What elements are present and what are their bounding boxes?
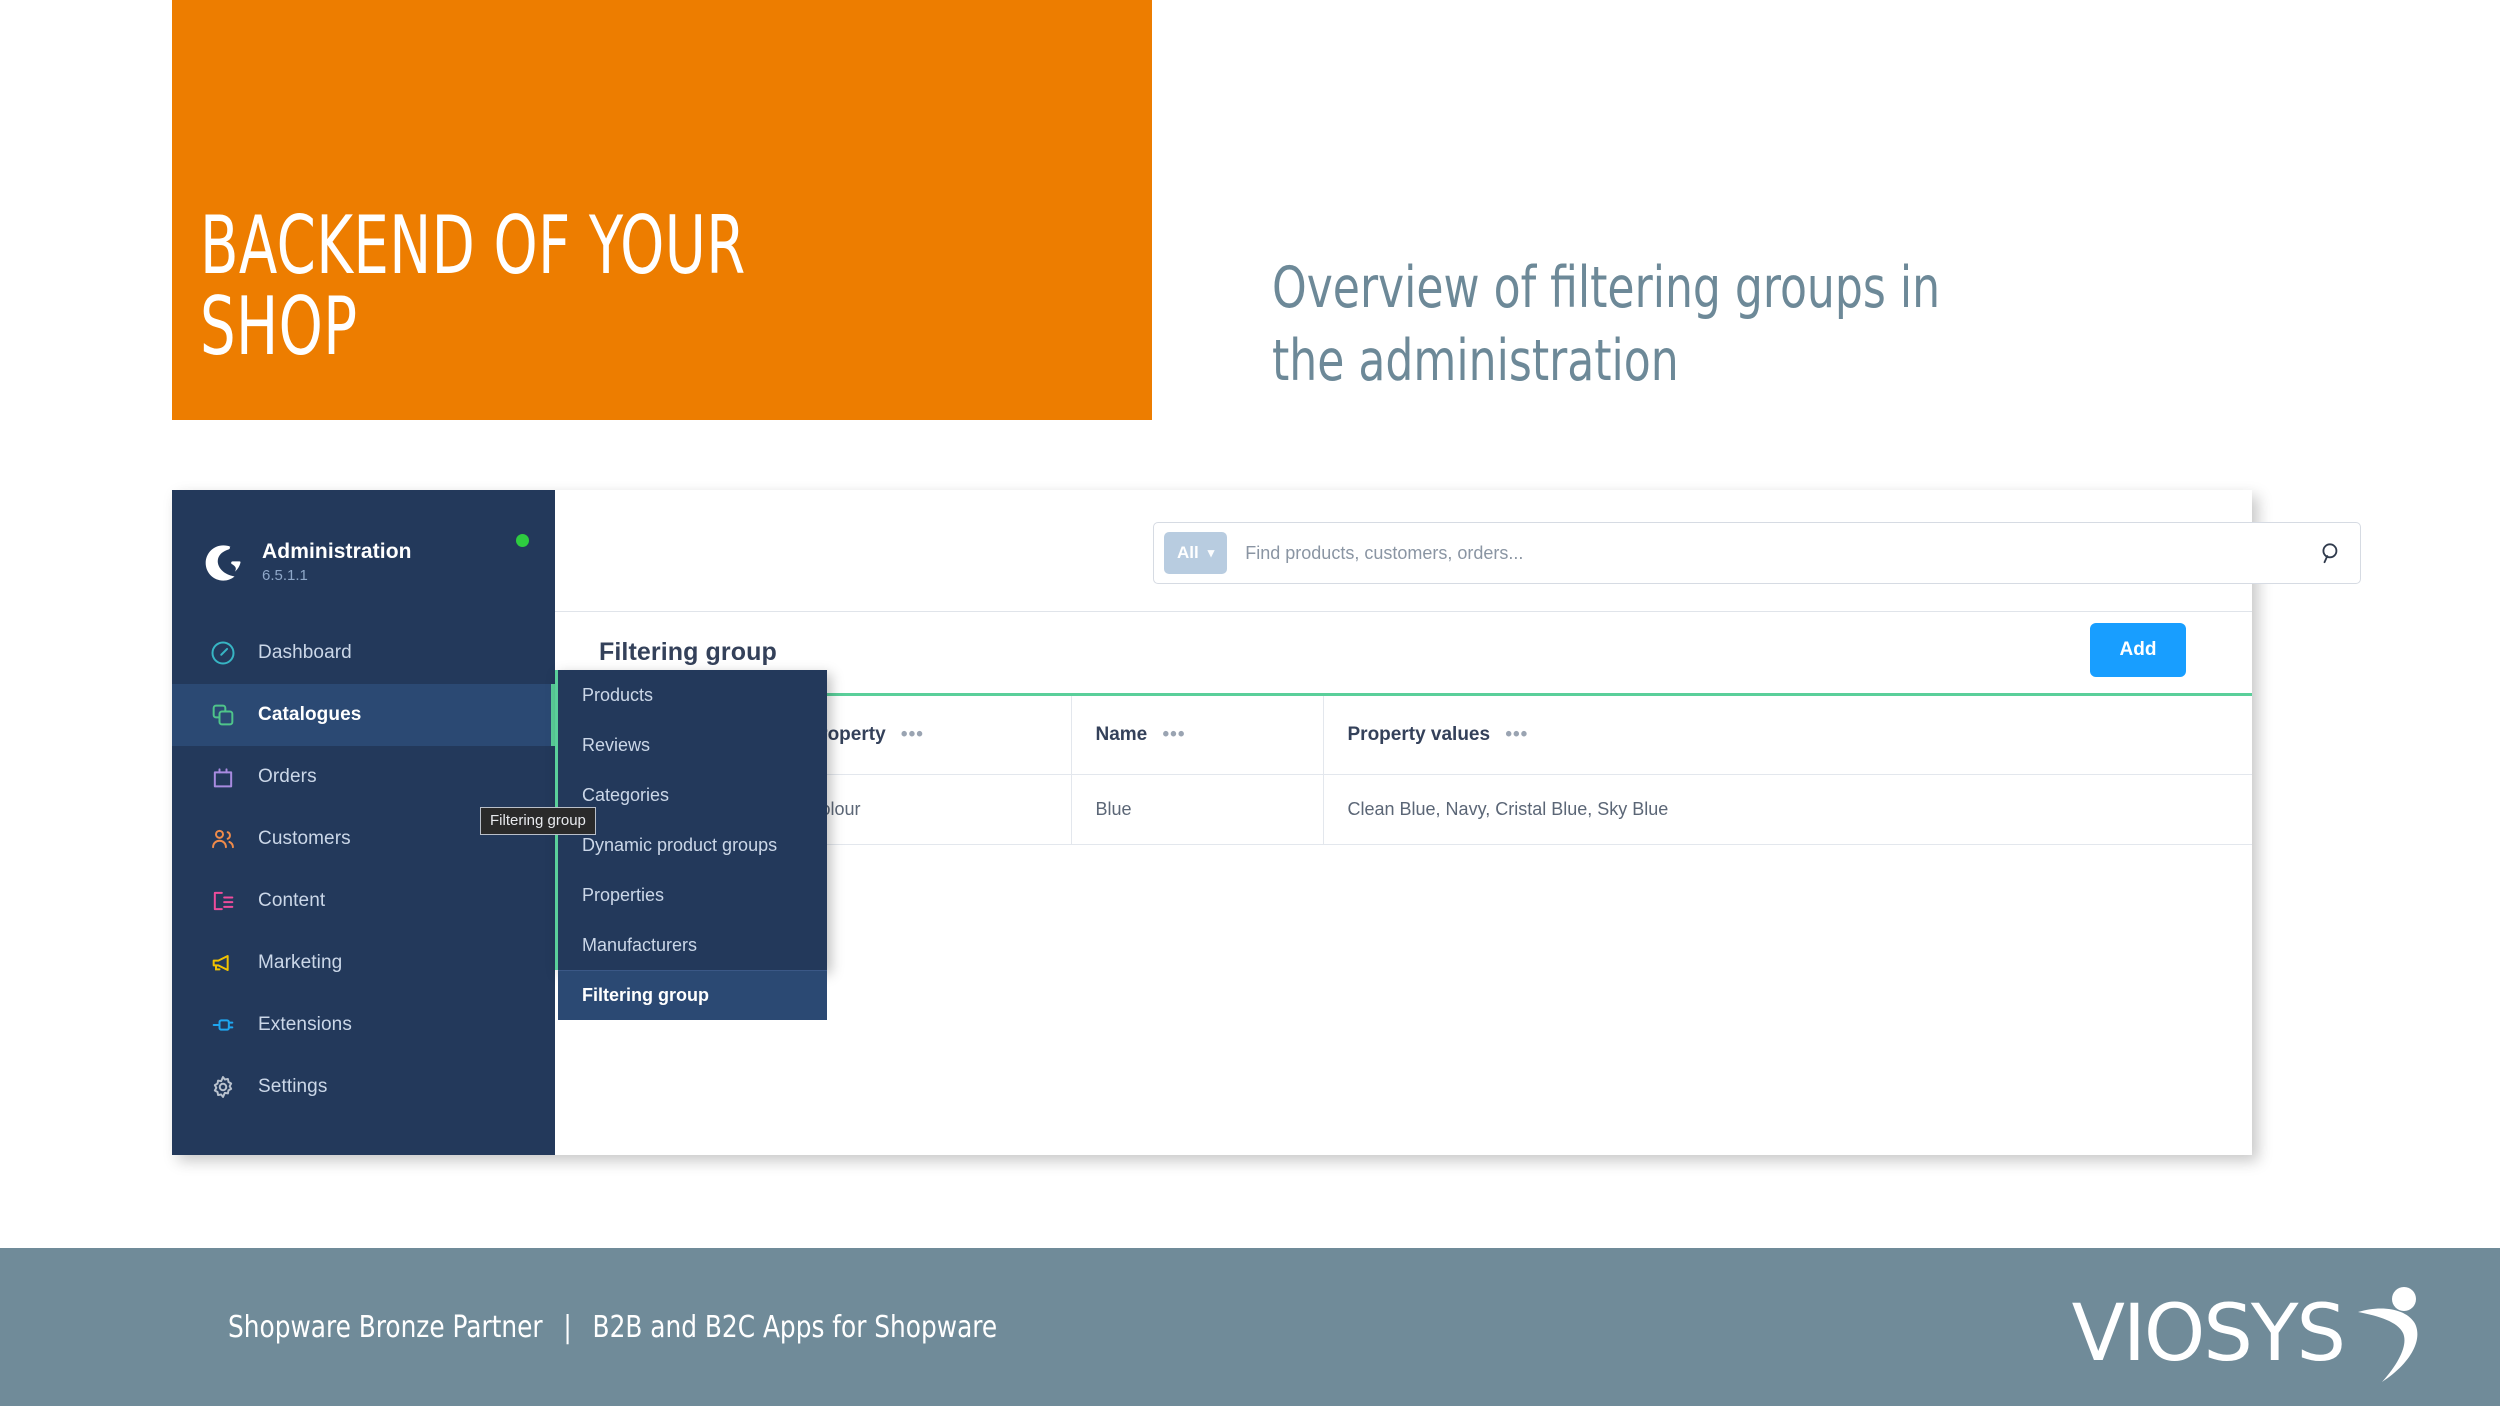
viosys-swoosh-icon xyxy=(2358,1287,2418,1382)
customers-icon xyxy=(208,824,238,854)
column-menu-icon[interactable]: ••• xyxy=(1505,724,1528,746)
chevron-down-icon: ▾ xyxy=(1207,545,1215,560)
sidebar-item-content[interactable]: Content xyxy=(172,870,555,932)
global-search[interactable]: All ▾ xyxy=(1153,522,2361,584)
submenu-item-categories[interactable]: Categories xyxy=(558,770,827,820)
viosys-logo: VIOSYS xyxy=(2072,1282,2432,1386)
submenu-item-label: Dynamic product groups xyxy=(582,834,778,855)
submenu-item-label: Properties xyxy=(582,884,665,905)
slide-root: BACKEND OF YOUR SHOP Overview of filteri… xyxy=(0,0,2500,1406)
footer-separator: | xyxy=(563,1309,572,1345)
tooltip: Filtering group xyxy=(480,807,596,835)
shopware-logo-icon xyxy=(205,545,241,581)
column-menu-icon[interactable]: ••• xyxy=(901,724,924,746)
sidebar-item-label: Extensions xyxy=(258,1014,352,1035)
submenu-item-manufacturers[interactable]: Manufacturers xyxy=(558,920,827,970)
search-scope-dropdown[interactable]: All ▾ xyxy=(1164,532,1228,574)
sidebar-item-label: Marketing xyxy=(258,952,343,973)
settings-icon xyxy=(208,1072,238,1102)
sidebar-titles: Administration 6.5.1.1 xyxy=(262,540,506,586)
search-icon[interactable] xyxy=(2318,540,2344,566)
footer-text-right: B2B and B2C Apps for Shopware xyxy=(592,1309,998,1345)
content-icon xyxy=(208,886,238,916)
dashboard-icon xyxy=(208,638,238,668)
slide-headline: BACKEND OF YOUR SHOP xyxy=(200,198,746,374)
footer-text-left: Shopware Bronze Partner xyxy=(228,1309,543,1345)
admin-screenshot: Administration 6.5.1.1 Dashboard Catalog… xyxy=(172,490,2361,1155)
status-dot xyxy=(516,534,529,547)
cell-name: Blue xyxy=(1071,774,1324,845)
footer-text: Shopware Bronze Partner | B2B and B2C Ap… xyxy=(228,1310,997,1345)
sidebar-item-label: Content xyxy=(258,890,326,911)
sidebar-item-label: Settings xyxy=(258,1076,328,1097)
marketing-icon xyxy=(208,948,238,978)
title-block: BACKEND OF YOUR SHOP xyxy=(172,0,1152,420)
sidebar-item-settings[interactable]: Settings xyxy=(172,1056,555,1118)
extensions-icon xyxy=(208,1010,238,1040)
column-header-property-values: Property values ••• xyxy=(1323,696,2252,775)
submenu-item-label: Categories xyxy=(582,784,670,805)
sidebar-version: 6.5.1.1 xyxy=(262,567,308,585)
search-scope-label: All xyxy=(1177,543,1199,562)
column-label: Name xyxy=(1095,723,1148,745)
sidebar-header: Administration 6.5.1.1 xyxy=(172,490,555,598)
slide-subheadline: Overview of filtering groups in the admi… xyxy=(1272,255,1941,394)
sidebar-item-label: Orders xyxy=(258,766,317,787)
submenu-item-label: Products xyxy=(582,684,654,705)
sidebar-item-orders[interactable]: Orders xyxy=(172,746,555,808)
sidebar-item-extensions[interactable]: Extensions xyxy=(172,994,555,1056)
column-label: Property values xyxy=(1347,723,1491,745)
viosys-wordmark: VIOSYS xyxy=(2071,1289,2346,1379)
sidebar-item-catalogues[interactable]: Catalogues xyxy=(172,684,555,746)
sidebar-item-dashboard[interactable]: Dashboard xyxy=(172,622,555,684)
page-title: Filtering group xyxy=(599,638,777,666)
column-menu-icon[interactable]: ••• xyxy=(1163,724,1186,746)
submenu-item-dynamic-product-groups[interactable]: Dynamic product groups xyxy=(558,820,827,870)
sidebar-item-label: Dashboard xyxy=(258,642,352,663)
slide-footer: Shopware Bronze Partner | B2B and B2C Ap… xyxy=(0,1248,2500,1406)
add-button[interactable]: Add xyxy=(2090,623,2186,677)
submenu-item-reviews[interactable]: Reviews xyxy=(558,720,827,770)
submenu-item-label: Reviews xyxy=(582,734,651,755)
column-header-name: Name ••• xyxy=(1071,696,1324,775)
submenu-item-filtering-group[interactable]: Filtering group xyxy=(558,970,827,1020)
catalogues-icon xyxy=(208,700,238,730)
cell-property-values: Clean Blue, Navy, Cristal Blue, Sky Blue xyxy=(1323,774,2252,845)
submenu-item-label: Filtering group xyxy=(582,985,709,1005)
sidebar-item-marketing[interactable]: Marketing xyxy=(172,932,555,994)
sidebar-app-name: Administration xyxy=(262,540,412,564)
submenu-item-properties[interactable]: Properties xyxy=(558,870,827,920)
sidebar-item-label: Catalogues xyxy=(258,704,362,725)
sidebar-nav: Dashboard Catalogues Orders Customers Co… xyxy=(172,622,555,1118)
sidebar-item-label: Customers xyxy=(258,828,351,849)
submenu-item-products[interactable]: Products xyxy=(558,670,827,720)
search-input[interactable] xyxy=(1227,542,2318,564)
submenu-item-label: Manufacturers xyxy=(582,934,698,955)
orders-icon xyxy=(208,762,238,792)
